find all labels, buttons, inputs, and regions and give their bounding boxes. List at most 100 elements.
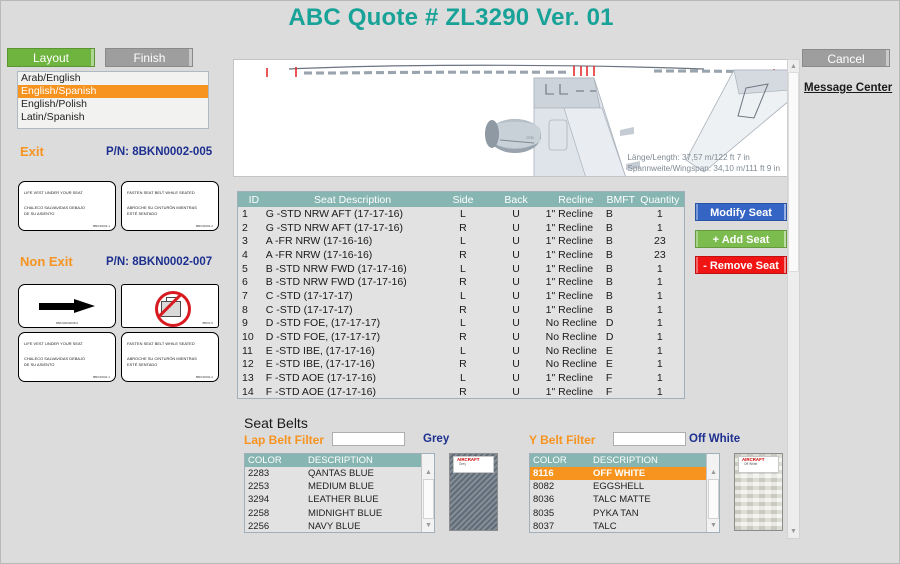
belt-color-description: NAVY BLUE [308, 520, 361, 532]
y-belt-color-list[interactable]: COLOR DESCRIPTION 8116 OFF WHITE 8082 EGGSH… [529, 453, 720, 533]
placard-line: CHALECO SALVAVIDAS DEBAJO [24, 356, 86, 361]
col-bmft[interactable]: BMFT [605, 192, 636, 207]
table-row[interactable]: 9 D -STD FOE, (17-17-17) L U No Recline D 1 [238, 317, 684, 331]
remove-seat-button[interactable]: - Remove Seat [695, 256, 787, 274]
lap-belt-color-list[interactable]: COLOR DESCRIPTION 2283 QANTAS BLUE 2253 MED… [244, 453, 435, 533]
lap-belt-swatch[interactable]: AIRCRAFT Grey [449, 453, 498, 531]
tab-finish[interactable]: Finish [105, 48, 194, 67]
scroll-up-icon[interactable]: ▲ [709, 468, 718, 477]
language-option-selected[interactable]: English/Spanish [18, 85, 208, 98]
scroll-down-icon[interactable]: ▼ [709, 521, 718, 530]
belt-row[interactable]: 8036 TALC MATTE [530, 493, 719, 506]
cell-bmft: F [605, 372, 613, 385]
belt-row[interactable]: 8082 EGGSHELL [530, 480, 719, 493]
tab-layout[interactable]: Layout [7, 48, 95, 67]
language-listbox[interactable]: Arab/English English/Spanish English/Pol… [17, 71, 209, 129]
cell-side: L [460, 262, 466, 275]
y-belt-filter-input[interactable] [613, 432, 686, 446]
table-row[interactable]: 11 E -STD IBE, (17-17-16) L U No Recline E 1 [238, 344, 684, 358]
table-row[interactable]: 8 C -STD (17-17-17) R U 1" Recline B 1 [238, 303, 684, 317]
y-belt-swatch[interactable]: AIRCRAFT Off White [734, 453, 783, 531]
belt-row[interactable]: 2283 QANTAS BLUE [245, 467, 434, 480]
y-col-color: COLOR [533, 455, 567, 466]
cancel-button[interactable]: Cancel [802, 49, 890, 67]
belt-row[interactable]: 2256 NAVY BLUE [245, 520, 434, 532]
belt-color-code: 2258 [248, 507, 270, 519]
table-row[interactable]: 1 G -STD NRW AFT (17-17-16) L U 1" Recline B 1 [238, 207, 684, 221]
aircraft-diagram[interactable]: CFM Länge/Length: 37,57 m/122 ft 7 in Sp… [233, 59, 789, 177]
table-row[interactable]: 4 A -FR NRW (17-16-16) R U 1" Recline B 23 [238, 248, 684, 262]
seat-table-grid: ID Seat Description Side Back Recline BM… [238, 192, 684, 398]
col-quantity[interactable]: Quantity [635, 192, 684, 207]
table-row[interactable]: 12 E -STD IBE, (17-17-16) R U No Recline E 1 [238, 358, 684, 372]
belt-color-description: TALC [593, 520, 617, 532]
table-row[interactable]: 14 F -STD AOE (17-17-16) R U 1" Recline F 1 [238, 385, 684, 398]
placard-line: CHALECO SALVAVIDAS DEBAJO [24, 205, 86, 210]
cell-side: R [459, 276, 467, 289]
swatch-sub: Off White [744, 462, 758, 466]
belt-row[interactable]: 2253 MEDIUM BLUE [245, 480, 434, 493]
col-back[interactable]: Back [486, 192, 546, 207]
belt-row[interactable]: 2258 MIDNIGHT BLUE [245, 507, 434, 520]
col-desc[interactable]: Seat Description [265, 192, 440, 207]
cell-recline: 1" Recline [545, 385, 594, 398]
cell-qty: 23 [654, 248, 666, 261]
lap-belt-rows: 2283 QANTAS BLUE 2253 MEDIUM BLUE 3294 LEATHE… [245, 467, 434, 532]
cell-qty: 1 [656, 317, 663, 330]
table-row[interactable]: 10 D -STD FOE, (17-17-17) R U No Recline D 1 [238, 330, 684, 344]
add-seat-button[interactable]: + Add Seat [695, 230, 787, 248]
y-belt-scrollbar[interactable]: ▲ ▼ [706, 454, 719, 532]
table-row[interactable]: 2 G -STD NRW AFT (17-17-16) R U 1" Recline B 1 [238, 221, 684, 235]
language-option[interactable]: Latin/Spanish [18, 111, 208, 124]
cell-bmft: B [605, 248, 613, 261]
col-side[interactable]: Side [439, 192, 487, 207]
belt-color-description: QANTAS BLUE [308, 468, 374, 479]
cell-qty: 1 [656, 289, 663, 302]
message-center-link[interactable]: Message Center [804, 82, 892, 94]
modify-seat-button[interactable]: Modify Seat [695, 203, 787, 221]
scroll-up-icon[interactable]: ▲ [424, 468, 433, 477]
seat-table[interactable]: ID Seat Description Side Back Recline BM… [237, 191, 685, 399]
lap-belt-scrollbar[interactable]: ▲ ▼ [421, 454, 434, 532]
page-scrollbar[interactable]: ▲ ▼ [787, 59, 800, 539]
language-option[interactable]: Arab/English [18, 72, 208, 85]
placard-line: ABROCHE SU CINTURÓN MIENTRAS [127, 356, 197, 361]
table-row[interactable]: 13 F -STD AOE (17-17-16) L U 1" Recline F 1 [238, 371, 684, 385]
scrollbar-thumb[interactable] [423, 479, 434, 519]
cell-recline: 1" Recline [545, 276, 594, 289]
scroll-down-icon[interactable]: ▼ [789, 527, 798, 536]
cell-side: R [459, 358, 467, 371]
lap-belt-filter-label: Lap Belt Filter [244, 433, 325, 447]
belt-color-code: 2256 [248, 520, 270, 532]
table-row[interactable]: 7 C -STD (17-17-17) L U 1" Recline B 1 [238, 289, 684, 303]
swatch-label: AIRCRAFT Grey [453, 456, 494, 473]
language-option[interactable]: English/Polish [18, 98, 208, 111]
scrollbar-thumb[interactable] [708, 479, 719, 519]
cell-id: 5 [242, 262, 248, 275]
lap-belt-filter-input[interactable] [332, 432, 405, 446]
placard-seat-belt-exit: FASTEN SEAT BELT WHILE SEATED ABROCHE SU… [121, 181, 219, 231]
cell-qty: 1 [656, 385, 663, 398]
col-id[interactable]: ID [238, 192, 266, 207]
scroll-down-icon[interactable]: ▼ [424, 521, 433, 530]
belt-row[interactable]: 8037 TALC [530, 520, 719, 532]
belt-row-selected[interactable]: 8116 OFF WHITE [530, 467, 719, 481]
table-row[interactable]: 5 B -STD NRW FWD (17-17-16) L U 1" Recline B 1 [238, 262, 684, 276]
placard-seat-belt-non-exit: FASTEN SEAT BELT WHILE SEATED ABROCHE SU… [121, 332, 219, 382]
cell-bmft: D [605, 331, 614, 344]
placard-line: ESTÉ SENTADO [127, 211, 158, 216]
diagram-dimensions: Länge/Length: 37,57 m/122 ft 7 in Spannw… [627, 153, 780, 174]
cell-recline: 1" Recline [545, 248, 594, 261]
placard-code: 8BKN0002-1 [92, 224, 110, 228]
scrollbar-thumb[interactable] [788, 72, 799, 272]
scroll-up-icon[interactable]: ▲ [789, 62, 798, 71]
table-row[interactable]: 6 B -STD NRW FWD (17-17-16) R U 1" Recline B 1 [238, 275, 684, 289]
belt-row[interactable]: 3294 LEATHER BLUE [245, 493, 434, 506]
cell-bmft: F [605, 385, 613, 398]
table-row[interactable]: 3 A -FR NRW (17-16-16) L U 1" Recline B 23 [238, 234, 684, 248]
placard-direction-arrow: 8BKN0002008-6 [18, 284, 116, 328]
cell-desc: C -STD (17-17-17) [265, 303, 353, 316]
tab-bar: Layout Finish [7, 48, 199, 67]
col-recline[interactable]: Recline [545, 192, 606, 207]
belt-row[interactable]: 8035 PYKA TAN [530, 507, 719, 520]
